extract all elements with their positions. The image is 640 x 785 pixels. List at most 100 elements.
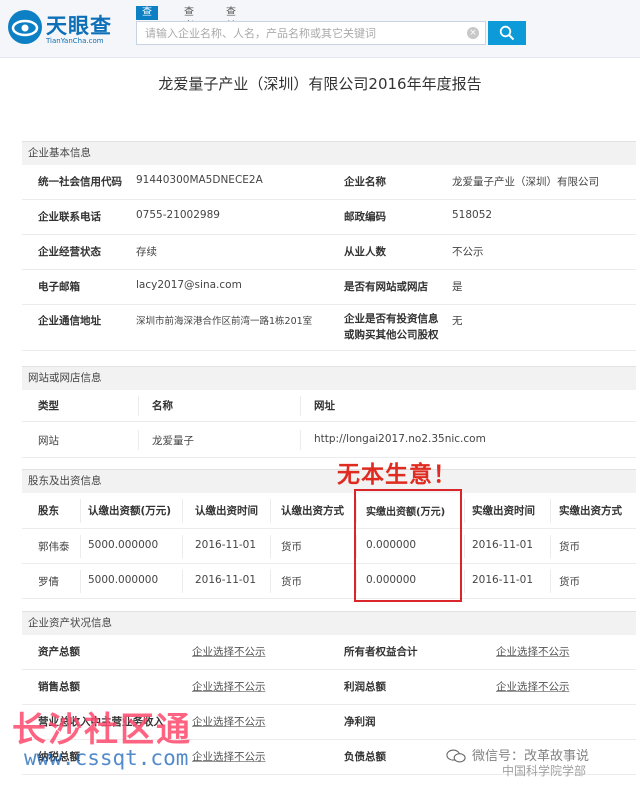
column-divider: [550, 570, 551, 593]
top-navigation-bar: 天眼查 TianYanCha.com 查公司 查老板 查关系 ×: [0, 0, 640, 58]
field-label: 是否有网站或网店: [344, 281, 428, 293]
column-divider: [464, 499, 465, 523]
column-header: 实缴出资方式: [559, 505, 622, 517]
shareholder-row: 罗倩 5000.000000 2016-11-01 货币 0.000000 20…: [22, 564, 636, 599]
shareholder-name: 罗倩: [38, 576, 59, 588]
website-url[interactable]: http://longai2017.no2.35nic.com: [314, 433, 486, 445]
section-basic-info: 企业基本信息: [22, 141, 636, 165]
basic-info-row: 电子邮箱 lacy2017@sina.com 是否有网站或网店 是: [22, 270, 636, 305]
website-type: 网站: [38, 435, 59, 447]
field-value: 是: [452, 281, 463, 293]
asset-row: 资产总额 企业选择不公示 所有者权益合计 企业选择不公示: [22, 635, 636, 670]
column-divider: [300, 396, 301, 416]
subscribed-date: 2016-11-01: [195, 539, 257, 551]
site-watermark: 长沙社区通 www.cssqt.com: [12, 702, 217, 782]
field-label: 企业是否有投资信息: [344, 313, 439, 325]
column-divider: [80, 499, 81, 523]
column-divider: [182, 499, 183, 523]
wechat-icon: [446, 749, 466, 763]
column-divider: [80, 535, 81, 558]
logo-name: 天眼查: [46, 14, 112, 38]
field-label: 企业经营状态: [38, 246, 101, 258]
field-value: 不公示: [452, 246, 484, 258]
column-header: 类型: [38, 400, 59, 412]
basic-info-row: 企业联系电话 0755-21002989 邮政编码 518052: [22, 200, 636, 235]
watermark-org: 中国科学院学部: [502, 764, 587, 778]
paid-method: 货币: [559, 541, 580, 553]
eye-logo-icon: [8, 10, 42, 44]
field-value: 存续: [136, 246, 157, 258]
subscribed-amount: 5000.000000: [88, 539, 159, 551]
website-name: 龙爱量子: [152, 435, 194, 447]
section-website-info: 网站或网店信息: [22, 366, 636, 390]
column-header: 认缴出资方式: [281, 505, 344, 517]
column-divider: [182, 535, 183, 558]
column-divider: [80, 570, 81, 593]
field-label: 或购买其他公司股权: [344, 329, 439, 341]
basic-info-row: 统一社会信用代码 91440300MA5DNECE2A 企业名称 龙爱量子产业（…: [22, 165, 636, 200]
field-label: 所有者权益合计: [344, 646, 418, 658]
field-label: 利润总额: [344, 681, 386, 693]
search-box: ×: [136, 21, 486, 45]
field-label: 电子邮箱: [38, 281, 80, 293]
field-label: 销售总额: [38, 681, 80, 693]
watermark-site-url: www.cssqt.com: [24, 746, 189, 770]
search-button[interactable]: [488, 21, 526, 45]
column-divider: [138, 396, 139, 416]
tab-company[interactable]: 查公司: [136, 6, 158, 46]
field-value: 518052: [452, 209, 493, 221]
watermark-site-name: 长沙社区通: [12, 710, 192, 750]
search-icon: [499, 25, 515, 41]
column-header: 名称: [152, 400, 173, 412]
field-label: 净利润: [344, 716, 376, 728]
annotation-highlight-box: [354, 489, 462, 602]
field-value[interactable]: 企业选择不公示: [496, 679, 570, 694]
clear-icon[interactable]: ×: [467, 27, 479, 39]
column-divider: [550, 535, 551, 558]
section-shareholder-info: 股东及出资信息: [22, 469, 636, 493]
basic-info-row: 企业通信地址 深圳市前海深港合作区前湾一路1栋201室 企业是否有投资信息 或购…: [22, 305, 636, 351]
field-label: 企业联系电话: [38, 211, 101, 223]
subscribed-amount: 5000.000000: [88, 574, 159, 586]
field-label: 邮政编码: [344, 211, 386, 223]
field-value: 91440300MA5DNECE2A: [136, 174, 263, 186]
shareholder-header-row: 股东 认缴出资额(万元) 认缴出资时间 认缴出资方式 实缴出资额(万元) 实缴出…: [22, 493, 636, 529]
tab-boss[interactable]: 查老板: [178, 6, 200, 46]
subscribed-method: 货币: [281, 541, 302, 553]
tianyancha-logo[interactable]: 天眼查 TianYanCha.com: [8, 10, 128, 48]
column-divider: [550, 499, 551, 523]
shareholder-row: 郭伟泰 5000.000000 2016-11-01 货币 0.000000 2…: [22, 529, 636, 564]
field-label: 从业人数: [344, 246, 386, 258]
logo-domain: TianYanCha.com: [46, 37, 104, 45]
annotation-text: 无本生意！: [337, 462, 457, 488]
field-value[interactable]: 企业选择不公示: [496, 644, 570, 659]
field-value[interactable]: 企业选择不公示: [192, 679, 266, 694]
field-value: 龙爱量子产业（深圳）有限公司: [452, 176, 599, 188]
column-divider: [270, 570, 271, 593]
tab-relation[interactable]: 查关系: [220, 6, 242, 46]
column-header: 认缴出资时间: [195, 505, 258, 517]
field-label: 负债总额: [344, 751, 386, 763]
column-header: 实缴出资时间: [472, 505, 535, 517]
field-value: 0755-21002989: [136, 209, 220, 221]
field-value: 深圳市前海深港合作区前湾一路1栋201室: [136, 316, 313, 327]
search-input[interactable]: [137, 22, 457, 45]
email-value: lacy2017@sina.com: [136, 279, 242, 291]
section-asset-info: 企业资产状况信息: [22, 611, 636, 635]
column-header: 股东: [38, 505, 59, 517]
website-row: 网站 龙爱量子 http://longai2017.no2.35nic.com: [22, 422, 636, 458]
paid-date: 2016-11-01: [472, 574, 534, 586]
column-header: 认缴出资额(万元): [88, 505, 172, 517]
basic-info-row: 企业经营状态 存续 从业人数 不公示: [22, 235, 636, 270]
field-label: 企业通信地址: [38, 315, 101, 327]
column-header: 网址: [314, 400, 335, 412]
subscribed-date: 2016-11-01: [195, 574, 257, 586]
website-header-row: 类型 名称 网址: [22, 390, 636, 422]
field-label: 资产总额: [38, 646, 80, 658]
paid-method: 货币: [559, 576, 580, 588]
column-divider: [270, 499, 271, 523]
paid-date: 2016-11-01: [472, 539, 534, 551]
field-value: 无: [452, 315, 463, 327]
field-value[interactable]: 企业选择不公示: [192, 644, 266, 659]
subscribed-method: 货币: [281, 576, 302, 588]
